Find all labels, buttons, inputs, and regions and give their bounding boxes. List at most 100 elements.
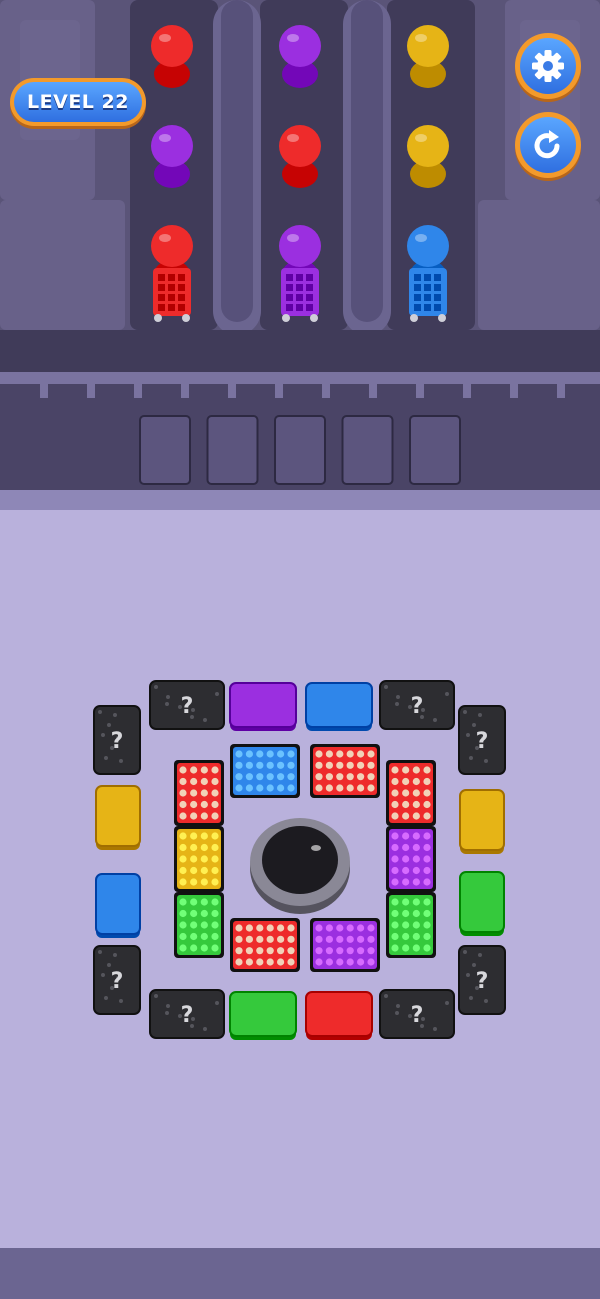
pin [211, 932, 219, 941]
person-shine [159, 134, 171, 142]
crate-left-yellow[interactable] [174, 826, 224, 892]
cart-wheel [438, 314, 446, 322]
queue-column-2 [279, 25, 321, 322]
pin [402, 944, 410, 952]
pin [277, 958, 285, 966]
pin [200, 766, 208, 774]
pin [402, 800, 410, 809]
pin [412, 789, 420, 797]
pin [325, 784, 333, 792]
right-mystery-top[interactable]: ? [458, 705, 506, 775]
crate-bottom-red[interactable] [230, 918, 300, 972]
left-mystery-bottom[interactable]: ? [93, 945, 141, 1015]
bottom-mystery-left[interactable]: ? [149, 989, 225, 1039]
cart-cell [434, 304, 441, 311]
crate-left-green[interactable] [174, 892, 224, 958]
cart-cell [178, 284, 185, 291]
tile-speck [98, 710, 102, 714]
cart-cell [424, 284, 431, 291]
top-mystery-left[interactable]: ? [149, 680, 225, 730]
pin [190, 832, 198, 840]
crate-top-red[interactable] [310, 744, 380, 798]
bottom-green[interactable] [229, 991, 297, 1040]
top-purple[interactable] [229, 682, 297, 731]
tile-body [95, 785, 141, 847]
top-mystery-right[interactable]: ? [379, 680, 455, 730]
person-shine [159, 34, 171, 42]
person-yellow[interactable] [407, 25, 449, 88]
queue-column-3 [407, 25, 449, 322]
pin [391, 878, 399, 886]
pin [412, 766, 420, 774]
left-blue[interactable] [95, 873, 141, 938]
left-mystery-top[interactable]: ? [93, 705, 141, 775]
rail-tooth [322, 384, 330, 398]
pin [423, 878, 431, 886]
settings-button[interactable] [515, 33, 581, 99]
cart-wheel [282, 314, 290, 322]
holding-slot-3[interactable] [274, 415, 326, 485]
center-hole [250, 818, 350, 914]
pin [336, 750, 344, 758]
pin [190, 855, 198, 863]
crate-bottom-purple[interactable] [310, 918, 380, 972]
pin [190, 921, 198, 929]
holding-slot-5[interactable] [409, 415, 461, 485]
pin [336, 924, 344, 932]
holding-slot-1[interactable] [139, 415, 191, 485]
pin [266, 924, 274, 932]
holding-slot-4[interactable] [341, 415, 394, 485]
cart-cell [414, 284, 421, 291]
pin [412, 944, 420, 952]
person-purple[interactable] [279, 25, 321, 88]
crate-top-blue[interactable] [230, 744, 300, 798]
pin [367, 750, 375, 758]
crate-right-red[interactable] [386, 760, 436, 826]
pin [211, 855, 219, 863]
pin [325, 947, 333, 955]
tile-speck [466, 733, 470, 737]
person-red[interactable] [151, 25, 193, 88]
person-red[interactable] [279, 125, 321, 188]
pin [179, 812, 187, 820]
lane-divider-inner-1 [221, 0, 253, 322]
crate-right-green[interactable] [386, 892, 436, 958]
crate-right-purple[interactable] [386, 826, 436, 892]
rail-tooth [40, 384, 48, 398]
person-head [407, 25, 449, 67]
holding-slot-2[interactable] [206, 415, 259, 485]
pin [211, 878, 219, 886]
question-mark-icon: ? [181, 694, 194, 719]
pin [179, 898, 187, 906]
left-yellow[interactable] [95, 785, 141, 850]
tile-speck [107, 723, 111, 727]
tile-body [459, 789, 505, 851]
cart-cell [286, 274, 293, 281]
cart-cell [306, 304, 313, 311]
top-blue[interactable] [305, 682, 373, 731]
pin [256, 761, 264, 769]
person-purple[interactable] [151, 125, 193, 188]
pin [346, 773, 354, 781]
bottom-mystery-right[interactable]: ? [379, 989, 455, 1039]
pin [423, 855, 431, 863]
pin [367, 958, 375, 966]
restart-icon [534, 130, 560, 159]
pin [245, 947, 253, 955]
pin [402, 832, 410, 840]
cart-wheel [410, 314, 418, 322]
tile-speck [203, 718, 207, 722]
tile-speck [165, 1011, 169, 1015]
pin [391, 843, 399, 852]
pin [412, 866, 420, 875]
bottom-red[interactable] [305, 991, 373, 1040]
cart-cell [168, 274, 175, 281]
right-green[interactable] [459, 871, 505, 936]
person-yellow[interactable] [407, 125, 449, 188]
restart-button[interactable] [515, 112, 581, 178]
crate-left-red[interactable] [174, 760, 224, 826]
pin [245, 924, 253, 932]
right-yellow[interactable] [459, 789, 505, 854]
right-mystery-bottom[interactable]: ? [458, 945, 506, 1015]
pin [346, 958, 354, 966]
